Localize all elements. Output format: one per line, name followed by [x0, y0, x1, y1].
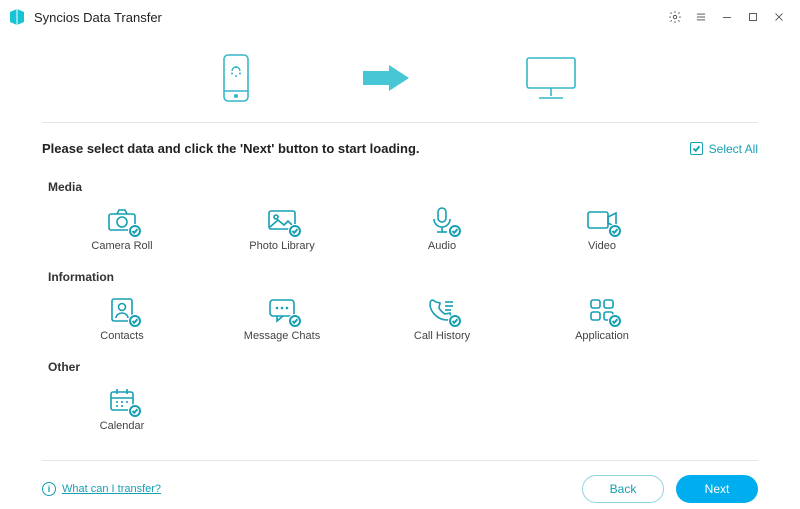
item-label: Calendar — [100, 420, 145, 432]
item-label: Camera Roll — [91, 240, 152, 252]
section-title-information: Information — [48, 270, 758, 284]
close-icon — [772, 10, 786, 24]
source-phone-icon — [221, 53, 251, 103]
item-label: Photo Library — [249, 240, 314, 252]
footer: i What can I transfer? Back Next — [0, 461, 800, 503]
minimize-icon — [720, 10, 734, 24]
select-all-label: Select All — [709, 142, 758, 156]
select-all-checkbox[interactable]: Select All — [690, 142, 758, 156]
item-message-chats[interactable]: Message Chats — [202, 290, 362, 352]
settings-button[interactable] — [662, 4, 688, 30]
back-button[interactable]: Back — [582, 475, 664, 503]
other-row: Calendar — [42, 380, 758, 442]
maximize-icon — [746, 10, 760, 24]
item-application[interactable]: Application — [522, 290, 682, 352]
item-photo-library[interactable]: Photo Library — [202, 200, 362, 262]
item-label: Video — [588, 240, 616, 252]
data-sections: Media Camera Roll Photo Library Audio — [0, 166, 800, 442]
item-contacts[interactable]: Contacts — [42, 290, 202, 352]
item-label: Audio — [428, 240, 456, 252]
item-call-history[interactable]: Call History — [362, 290, 522, 352]
checkbox-icon — [690, 142, 703, 155]
item-camera-roll[interactable]: Camera Roll — [42, 200, 202, 262]
app-title: Syncios Data Transfer — [34, 10, 162, 25]
information-row: Contacts Message Chats Call History Appl… — [42, 290, 758, 352]
info-icon: i — [42, 482, 56, 496]
target-computer-icon — [523, 54, 579, 102]
help-link[interactable]: i What can I transfer? — [42, 482, 161, 496]
check-icon — [128, 224, 142, 238]
item-label: Contacts — [100, 330, 143, 342]
titlebar: Syncios Data Transfer — [0, 0, 800, 34]
section-title-other: Other — [48, 360, 758, 374]
help-link-text: What can I transfer? — [62, 483, 161, 495]
check-icon — [288, 314, 302, 328]
gear-icon — [668, 10, 682, 24]
menu-button[interactable] — [688, 4, 714, 30]
minimize-button[interactable] — [714, 4, 740, 30]
app-logo-icon — [8, 8, 26, 26]
menu-icon — [694, 10, 708, 24]
check-icon — [608, 224, 622, 238]
item-label: Message Chats — [244, 330, 320, 342]
item-audio[interactable]: Audio — [362, 200, 522, 262]
close-button[interactable] — [766, 4, 792, 30]
item-calendar[interactable]: Calendar — [42, 380, 202, 442]
item-label: Call History — [414, 330, 470, 342]
check-icon — [288, 224, 302, 238]
check-icon — [128, 404, 142, 418]
next-button[interactable]: Next — [676, 475, 758, 503]
maximize-button[interactable] — [740, 4, 766, 30]
item-label: Application — [575, 330, 629, 342]
transfer-diagram — [0, 34, 800, 122]
check-icon — [448, 314, 462, 328]
arrow-icon — [361, 63, 413, 93]
instruction-row: Please select data and click the 'Next' … — [0, 123, 800, 166]
item-video[interactable]: Video — [522, 200, 682, 262]
instruction-text: Please select data and click the 'Next' … — [42, 141, 420, 156]
check-icon — [128, 314, 142, 328]
section-title-media: Media — [48, 180, 758, 194]
check-icon — [448, 224, 462, 238]
check-icon — [608, 314, 622, 328]
media-row: Camera Roll Photo Library Audio Video — [42, 200, 758, 262]
